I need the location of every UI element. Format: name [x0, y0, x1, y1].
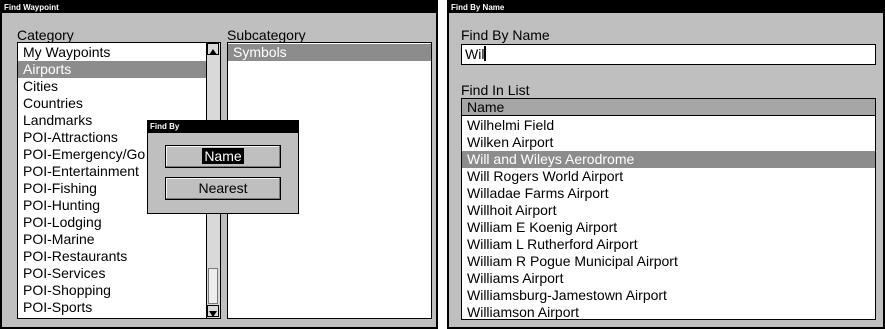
arrow-up-icon — [209, 49, 217, 55]
name-search-value: Wil — [465, 46, 485, 62]
arrow-down-icon — [209, 311, 217, 317]
find-waypoint-title: Find Waypoint — [2, 2, 436, 13]
result-item[interactable]: Williamsburg-Jamestown Airport — [462, 287, 875, 304]
scroll-thumb[interactable] — [208, 268, 218, 304]
result-item[interactable]: Williamson Airport — [462, 304, 875, 319]
category-item[interactable]: POI-Restaurants — [18, 248, 206, 265]
scroll-up-button[interactable] — [207, 43, 219, 55]
find-by-name-screen: Find By Name Find By Name Wil Find In Li… — [447, 0, 885, 329]
find-by-option-button[interactable]: Nearest — [165, 177, 281, 200]
find-by-dialog: Find By Name Nearest — [147, 120, 299, 214]
category-item[interactable]: Airports — [18, 61, 206, 78]
find-by-name-title: Find By Name — [449, 2, 883, 13]
result-item[interactable]: Wilhelmi Field — [462, 117, 875, 134]
text-caret — [484, 46, 487, 61]
result-item[interactable]: Will and Wileys Aerodrome — [462, 151, 875, 168]
scroll-down-button[interactable] — [207, 305, 219, 317]
category-item[interactable]: My Waypoints — [18, 44, 206, 61]
find-by-name-label: Find By Name — [461, 27, 550, 43]
find-by-option-label: Nearest — [198, 180, 248, 196]
result-item[interactable]: Willadae Farms Airport — [462, 185, 875, 202]
category-item[interactable]: POI-Lodging — [18, 214, 206, 231]
find-in-list-label: Find In List — [461, 82, 530, 98]
category-item[interactable]: POI-Marine — [18, 231, 206, 248]
category-item[interactable]: POI-Services — [18, 265, 206, 282]
result-item[interactable]: William L Rutherford Airport — [462, 236, 875, 253]
results-list[interactable]: Name Wilhelmi Field Wilken Airport Will an… — [461, 98, 876, 320]
result-item[interactable]: Will Rogers World Airport — [462, 168, 875, 185]
category-item[interactable]: Countries — [18, 95, 206, 112]
name-search-input[interactable]: Wil — [461, 44, 876, 65]
name-column-header[interactable]: Name — [462, 99, 875, 116]
find-by-option-button[interactable]: Name — [165, 145, 281, 168]
find-by-title: Find By — [148, 121, 298, 133]
category-item[interactable]: POI-Shopping — [18, 282, 206, 299]
category-item[interactable]: POI-Sports — [18, 299, 206, 316]
subcategory-item[interactable]: Symbols — [228, 44, 431, 61]
subcategory-label: Subcategory — [227, 27, 306, 43]
find-by-option-label: Name — [202, 148, 244, 164]
category-label: Category — [17, 27, 74, 43]
result-item[interactable]: Wilken Airport — [462, 134, 875, 151]
result-item[interactable]: Williams Airport — [462, 270, 875, 287]
find-waypoint-screen: Find Waypoint Category Subcategory My Wa… — [0, 0, 438, 329]
result-item[interactable]: William E Koenig Airport — [462, 219, 875, 236]
category-item[interactable]: Cities — [18, 78, 206, 95]
result-item[interactable]: Willhoit Airport — [462, 202, 875, 219]
result-item[interactable]: William R Pogue Municipal Airport — [462, 253, 875, 270]
